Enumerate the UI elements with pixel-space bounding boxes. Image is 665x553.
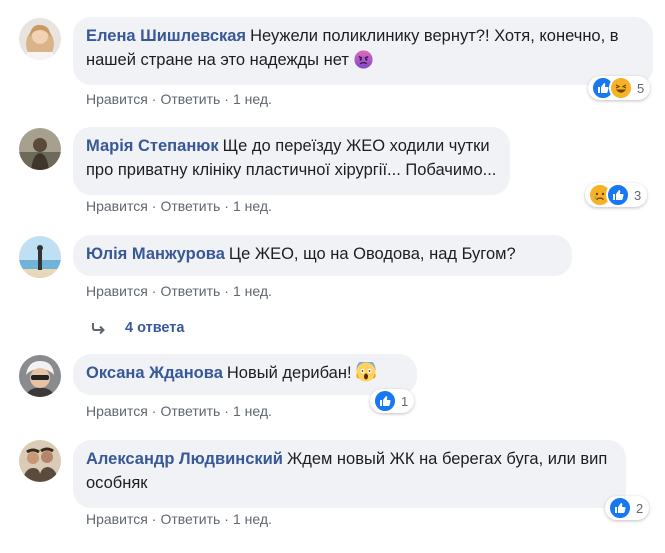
separator: · bbox=[224, 91, 229, 107]
separator: · bbox=[224, 198, 229, 214]
comment-author[interactable]: Юлія Манжурова bbox=[86, 245, 225, 263]
comment-actions: Нравится · Ответить · 1 нед. bbox=[86, 511, 272, 527]
reply-arrow-icon bbox=[91, 322, 107, 334]
comment-actions: Нравится · Ответить · 1 нед. bbox=[86, 198, 272, 214]
reply-link[interactable]: Ответить bbox=[160, 403, 220, 419]
reply-link[interactable]: Ответить bbox=[160, 91, 220, 107]
like-link[interactable]: Нравится bbox=[86, 403, 148, 419]
comment-bubble: Елена Шишлевская Неужели поликлинику верн… bbox=[73, 17, 653, 85]
reactions-summary[interactable]: 5 bbox=[588, 76, 651, 100]
like-icon bbox=[606, 183, 630, 207]
comment-actions: Нравится · Ответить · 1 нед. bbox=[86, 283, 272, 299]
comment-bubble: Александр Людвинский Ждем новый ЖК на бер… bbox=[73, 440, 626, 508]
reactions-summary[interactable]: 3 bbox=[585, 183, 648, 207]
angry-face-icon bbox=[353, 50, 373, 76]
reaction-count: 2 bbox=[636, 500, 644, 516]
comment-author[interactable]: Елена Шишлевская bbox=[86, 27, 246, 45]
like-link[interactable]: Нравится bbox=[86, 511, 148, 527]
separator: · bbox=[151, 403, 157, 419]
timestamp[interactable]: 1 нед. bbox=[233, 511, 272, 527]
separator: · bbox=[224, 511, 229, 527]
replies-count[interactable]: 4 ответа bbox=[125, 320, 184, 336]
comment-author[interactable]: Александр Людвинский bbox=[86, 450, 283, 468]
timestamp[interactable]: 1 нед. bbox=[233, 91, 272, 107]
comment-text: Це ЖЕО, що на Оводова, над Бугом? bbox=[228, 245, 516, 263]
like-link[interactable]: Нравится bbox=[86, 283, 148, 299]
comment-text: Новый дерибан! bbox=[226, 364, 352, 382]
separator: · bbox=[151, 511, 157, 527]
separator: · bbox=[151, 283, 157, 299]
timestamp[interactable]: 1 нед. bbox=[233, 283, 272, 299]
reaction-count: 1 bbox=[401, 393, 409, 409]
timestamp[interactable]: 1 нед. bbox=[233, 403, 272, 419]
separator: · bbox=[151, 198, 157, 214]
like-link[interactable]: Нравится bbox=[86, 198, 148, 214]
separator: · bbox=[224, 283, 229, 299]
like-icon bbox=[373, 389, 397, 413]
comment-bubble: Марія Степанюк Ще до переїзду ЖЕО ходили … bbox=[73, 127, 510, 195]
reactions-summary[interactable]: 1 bbox=[370, 389, 415, 413]
reply-link[interactable]: Ответить bbox=[160, 198, 220, 214]
reaction-count: 3 bbox=[634, 187, 642, 203]
reply-link[interactable]: Ответить bbox=[160, 511, 220, 527]
avatar[interactable] bbox=[19, 355, 61, 397]
separator: · bbox=[151, 91, 157, 107]
comment-bubble: Оксана Жданова Новый дерибан! bbox=[73, 354, 417, 395]
like-link[interactable]: Нравится bbox=[86, 91, 148, 107]
comment-author[interactable]: Марія Степанюк bbox=[86, 137, 219, 155]
haha-icon bbox=[609, 76, 633, 100]
reply-link[interactable]: Ответить bbox=[160, 283, 220, 299]
like-icon bbox=[608, 496, 632, 520]
reaction-count: 5 bbox=[637, 80, 645, 96]
timestamp[interactable]: 1 нед. bbox=[233, 198, 272, 214]
avatar[interactable] bbox=[19, 128, 61, 170]
comment-actions: Нравится · Ответить · 1 нед. bbox=[86, 91, 272, 107]
screaming-face-icon bbox=[356, 359, 376, 389]
view-replies-link[interactable]: 4 ответа bbox=[91, 320, 184, 336]
reactions-summary[interactable]: 2 bbox=[605, 496, 650, 520]
avatar[interactable] bbox=[19, 236, 61, 278]
comment-author[interactable]: Оксана Жданова bbox=[86, 364, 223, 382]
avatar[interactable] bbox=[19, 440, 61, 482]
comment-actions: Нравится · Ответить · 1 нед. bbox=[86, 403, 272, 419]
comment-bubble: Юлія Манжурова Це ЖЕО, що на Оводова, над… bbox=[73, 235, 572, 276]
avatar[interactable] bbox=[19, 18, 61, 60]
separator: · bbox=[224, 403, 229, 419]
